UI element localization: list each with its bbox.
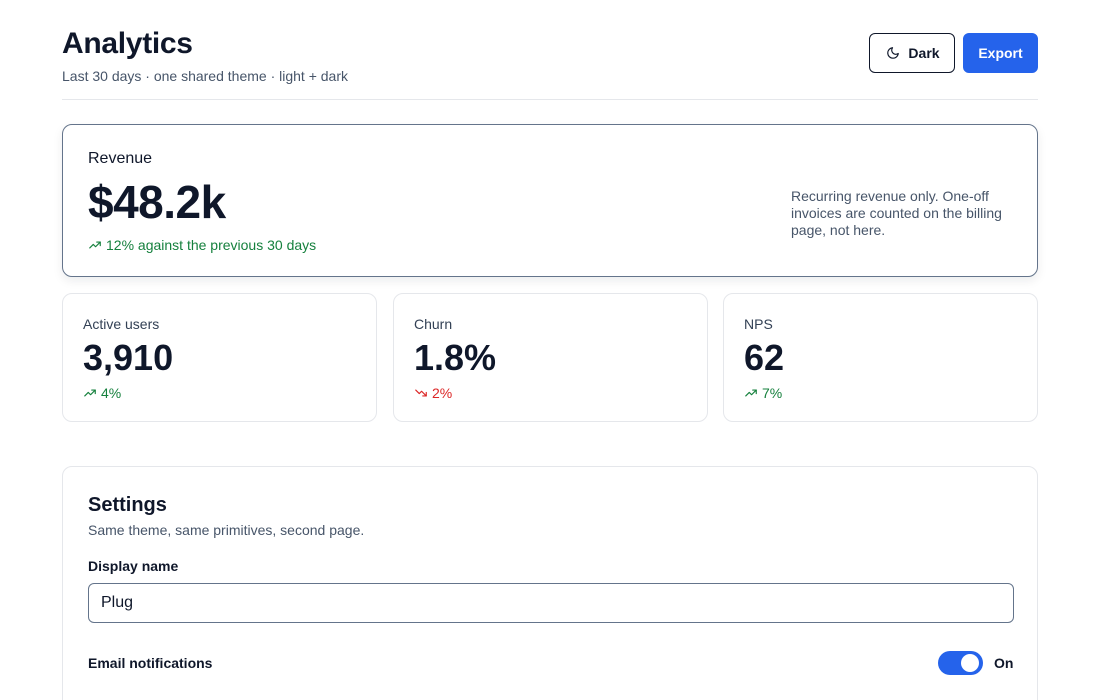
stat-trend-text: 2% xyxy=(432,385,453,401)
stat-label: NPS xyxy=(744,316,773,332)
settings-card: Settings Same theme, same primitives, se… xyxy=(62,466,1038,700)
stat-label: Churn xyxy=(414,316,453,332)
email-notifications-label: Email notifications xyxy=(88,655,213,671)
dark-mode-button[interactable]: Dark xyxy=(869,33,955,73)
email-notifications-state: On xyxy=(994,655,1014,671)
stat-card-churn: Churn 1.8% 2% xyxy=(393,293,708,422)
moon-icon xyxy=(887,47,900,59)
revenue-trend-text: 12% against the previous 30 days xyxy=(106,237,317,253)
stat-trend-text: 7% xyxy=(762,385,783,401)
stat-card-nps: NPS 62 7% xyxy=(723,293,1038,422)
stat-value: 3,910 xyxy=(83,337,174,378)
stat-trend: 7% xyxy=(744,385,782,401)
stat-value: 62 xyxy=(744,337,785,378)
stat-value: 1.8% xyxy=(414,337,497,378)
header-actions: Dark Export xyxy=(869,33,1038,73)
display-name-input[interactable] xyxy=(88,583,1014,623)
stat-label: Active users xyxy=(83,316,160,332)
settings-subtitle: Same theme, same primitives, second page… xyxy=(88,522,365,538)
stat-trend: 4% xyxy=(83,385,121,401)
revenue-trend: 12% against the previous 30 days xyxy=(88,237,316,253)
revenue-value: $48.2k xyxy=(88,176,226,228)
stat-card-active-users: Active users 3,910 4% xyxy=(62,293,377,422)
toggle-knob xyxy=(961,654,979,672)
stat-trend-text: 4% xyxy=(101,385,122,401)
trend-down-icon xyxy=(415,389,427,397)
email-notifications-toggle[interactable] xyxy=(938,651,983,675)
stat-trend: 2% xyxy=(414,385,452,401)
page-header: Analytics Last 30 days · one shared them… xyxy=(62,28,1038,100)
export-button[interactable]: Export xyxy=(963,33,1038,73)
trend-up-icon xyxy=(745,389,757,397)
settings-title: Settings xyxy=(88,494,167,516)
revenue-label: Revenue xyxy=(88,150,153,167)
trend-up-icon xyxy=(84,389,96,397)
trend-up-icon xyxy=(89,241,101,249)
page-title: Analytics xyxy=(62,27,193,60)
revenue-note: Recurring revenue only. One-off invoices… xyxy=(791,188,1002,238)
dark-mode-button-label: Dark xyxy=(908,45,940,61)
display-name-label: Display name xyxy=(88,558,179,574)
page-subtitle: Last 30 days · one shared theme · light … xyxy=(62,68,348,84)
revenue-card: Revenue $48.2k 12% against the previous … xyxy=(62,124,1038,277)
